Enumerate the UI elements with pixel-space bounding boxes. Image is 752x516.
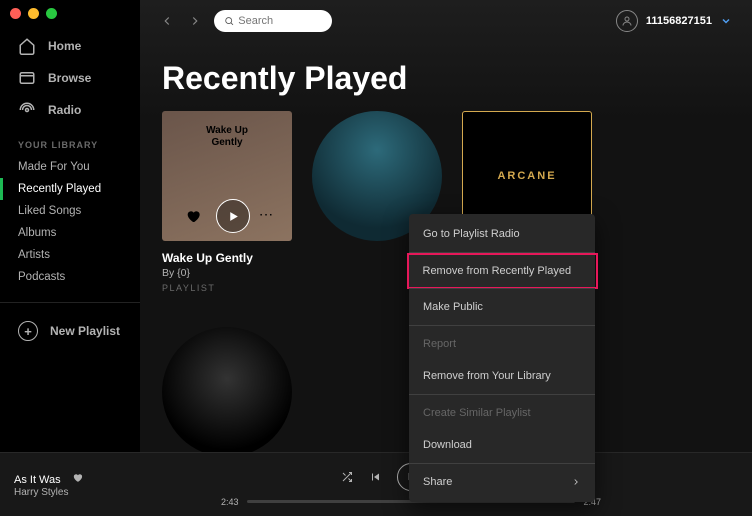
card-subtitle: By {0} xyxy=(162,267,292,279)
play-button[interactable] xyxy=(216,199,250,233)
radio-icon xyxy=(18,101,36,119)
library-header: YOUR LIBRARY xyxy=(0,126,140,156)
cm-create-similar: Create Similar Playlist xyxy=(409,397,595,429)
cm-remove-recently-played[interactable]: Remove from Recently Played xyxy=(407,253,598,289)
cm-share-label: Share xyxy=(423,476,452,488)
like-track-button[interactable] xyxy=(72,474,83,486)
new-playlist-label: New Playlist xyxy=(50,324,120,338)
user-avatar-icon xyxy=(616,10,638,32)
close-window-button[interactable] xyxy=(10,8,21,19)
player-bar: As It Was Harry Styles 2:43 2:47 xyxy=(0,452,752,516)
lib-liked-songs[interactable]: Liked Songs xyxy=(0,200,140,222)
nav-browse[interactable]: Browse xyxy=(0,62,140,94)
lib-recently-played[interactable]: Recently Played xyxy=(0,178,140,200)
nav-radio-label: Radio xyxy=(48,103,81,117)
page-title: Recently Played xyxy=(140,42,752,111)
cm-download[interactable]: Download xyxy=(409,429,595,461)
cm-report: Report xyxy=(409,328,595,360)
nav-radio[interactable]: Radio xyxy=(0,94,140,126)
search-box[interactable] xyxy=(214,10,332,32)
nav-browse-label: Browse xyxy=(48,71,91,85)
cover-text: ARCANE xyxy=(497,170,556,182)
more-button[interactable]: ··· xyxy=(260,210,275,222)
card-type: PLAYLIST xyxy=(162,283,292,293)
cm-remove-from-library[interactable]: Remove from Your Library xyxy=(409,360,595,392)
playlist-card[interactable]: Wake Up Gently ··· Wake Up Gently By {0}… xyxy=(162,111,292,307)
cover-art: Wake Up Gently ··· xyxy=(162,111,292,241)
cm-go-to-playlist-radio[interactable]: Go to Playlist Radio xyxy=(409,218,595,250)
nav-home[interactable]: Home xyxy=(0,30,140,62)
back-button[interactable] xyxy=(160,14,174,28)
plus-icon: + xyxy=(18,321,38,341)
topbar: 11156827151 xyxy=(140,0,752,42)
nav-history xyxy=(160,14,202,28)
cm-make-public[interactable]: Make Public xyxy=(409,291,595,323)
minimize-window-button[interactable] xyxy=(28,8,39,19)
menu-separator xyxy=(409,288,595,289)
user-name: 11156827151 xyxy=(646,15,712,27)
browse-icon xyxy=(18,69,36,87)
menu-separator xyxy=(409,394,595,395)
search-input[interactable] xyxy=(238,15,322,27)
now-playing: As It Was Harry Styles xyxy=(14,472,214,498)
cm-share[interactable]: Share xyxy=(409,466,595,498)
sidebar: Home Browse Radio YOUR LIBRARY Made For … xyxy=(0,0,140,516)
track-artist[interactable]: Harry Styles xyxy=(14,487,83,498)
cover-text: Wake Up Gently xyxy=(206,125,248,149)
new-playlist-button[interactable]: + New Playlist xyxy=(0,302,140,353)
forward-button[interactable] xyxy=(188,14,202,28)
previous-button[interactable] xyxy=(369,471,381,483)
window-controls xyxy=(10,8,57,19)
user-menu[interactable]: 11156827151 xyxy=(616,10,732,32)
maximize-window-button[interactable] xyxy=(46,8,57,19)
like-button[interactable] xyxy=(180,203,206,229)
card-title: Wake Up Gently xyxy=(162,251,292,265)
lib-podcasts[interactable]: Podcasts xyxy=(0,266,140,288)
home-icon xyxy=(18,37,36,55)
time-elapsed: 2:43 xyxy=(221,497,239,507)
search-icon xyxy=(224,15,234,27)
lib-albums[interactable]: Albums xyxy=(0,222,140,244)
shuffle-button[interactable] xyxy=(341,471,353,483)
menu-separator xyxy=(409,325,595,326)
nav-home-label: Home xyxy=(48,39,81,53)
cover-art xyxy=(162,327,292,457)
track-title-text: As It Was xyxy=(14,474,61,486)
main-content: 11156827151 Recently Played Wake Up Gent… xyxy=(140,0,752,516)
track-title[interactable]: As It Was xyxy=(14,472,83,486)
context-menu: Go to Playlist Radio Remove from Recentl… xyxy=(409,214,595,502)
menu-separator xyxy=(409,463,595,464)
chevron-right-icon xyxy=(571,477,581,487)
lib-artists[interactable]: Artists xyxy=(0,244,140,266)
chevron-down-icon xyxy=(720,15,732,27)
lib-made-for-you[interactable]: Made For You xyxy=(0,156,140,178)
